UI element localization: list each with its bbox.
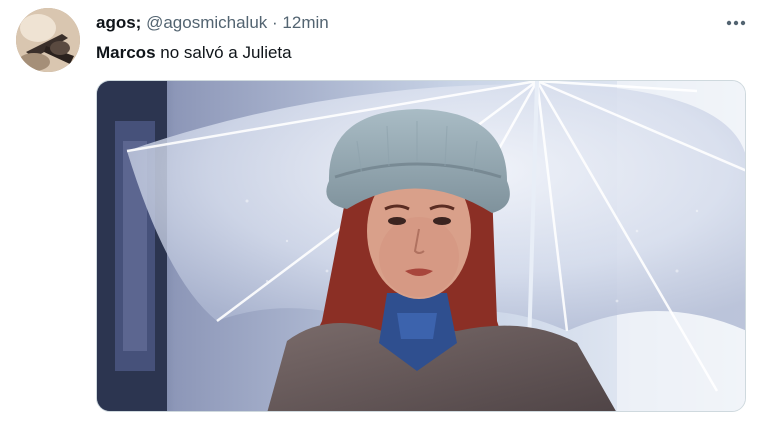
display-name[interactable]: agos;	[96, 13, 141, 32]
meta-separator: ·	[272, 13, 278, 32]
tweet-card: agos; @agosmichaluk · 12min Marcos no sa…	[0, 0, 780, 422]
timestamp[interactable]: 12min	[282, 13, 328, 32]
more-dots-icon	[726, 20, 746, 26]
tweet-text-body: no salvó a Julieta	[155, 43, 292, 62]
avatar[interactable]	[16, 8, 80, 72]
tweet-header: agos; @agosmichaluk · 12min	[96, 12, 329, 34]
avatar-image	[16, 8, 80, 72]
tweet-media[interactable]	[96, 80, 746, 412]
media-image-woman-umbrella	[97, 81, 745, 411]
user-handle[interactable]: @agosmichaluk	[146, 13, 267, 32]
tweet-text-bold: Marcos	[96, 43, 156, 62]
tweet-text: Marcos no salvó a Julieta	[96, 42, 292, 64]
more-options-button[interactable]	[724, 12, 748, 34]
